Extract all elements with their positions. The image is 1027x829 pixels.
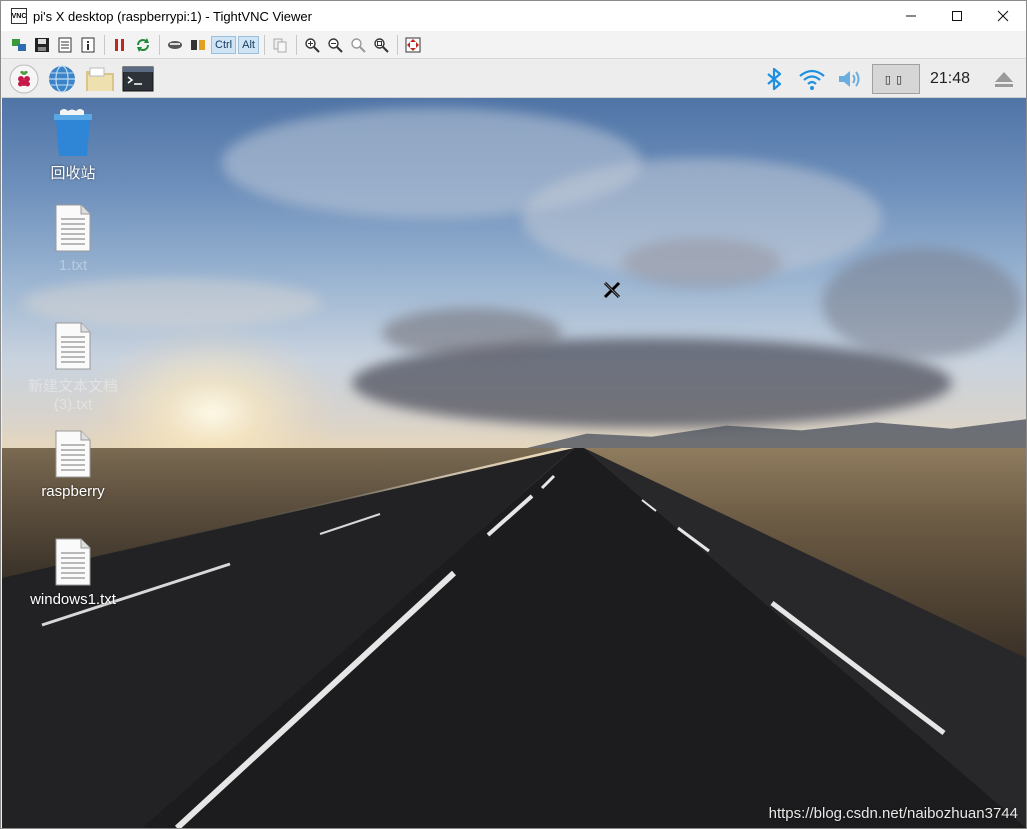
- zoom-in-icon: [305, 37, 320, 53]
- wifi-icon: [799, 69, 825, 90]
- ctrl-key-toggle[interactable]: Ctrl: [211, 35, 237, 54]
- x-cursor-icon: [603, 281, 621, 299]
- minimize-button[interactable]: [888, 1, 934, 31]
- vnc-toolbar: Ctrl Alt: [1, 31, 1026, 59]
- zoom-out-button[interactable]: [325, 35, 345, 55]
- vnc-viewer-window: VNC pi's X desktop (raspberrypi:1) - Tig…: [0, 0, 1027, 829]
- toolbar-separator: [396, 34, 398, 55]
- ctrl-alt-del-icon: [168, 40, 182, 49]
- desktop-icon-label: raspberry: [41, 483, 105, 500]
- close-icon: [997, 10, 1009, 22]
- minimize-icon: [906, 15, 916, 17]
- copy-icon: [273, 38, 287, 52]
- eject-button[interactable]: [988, 63, 1020, 95]
- ctrl-esc-button[interactable]: [188, 35, 208, 55]
- text-file-icon: [55, 322, 91, 370]
- save-icon: [35, 37, 49, 52]
- watermark: https://blog.csdn.net/naibozhuan3744: [768, 805, 1018, 822]
- road: [2, 448, 1026, 828]
- zoom-out-icon: [328, 37, 343, 53]
- toolbar-separator: [104, 34, 105, 55]
- pause-icon: [115, 38, 124, 51]
- text-file-icon: [55, 430, 91, 478]
- raspberry-menu-button[interactable]: [8, 63, 40, 95]
- desktop-icon-file[interactable]: 新建文本文档 (3).txt: [18, 321, 128, 413]
- ctrl-esc-icon: [191, 39, 205, 50]
- info-icon: [81, 37, 95, 52]
- terminal-icon: [122, 66, 154, 91]
- remote-screen[interactable]: ▯▯ 21:48 回收站 1.txt 新建文本文档 (3).txt raspbe…: [2, 60, 1026, 828]
- desktop[interactable]: 回收站 1.txt 新建文本文档 (3).txt raspberry windo…: [2, 98, 1026, 828]
- ctrl-alt-del-button[interactable]: [165, 35, 185, 55]
- bluetooth-icon: [767, 67, 782, 91]
- maximize-button[interactable]: [934, 1, 980, 31]
- eject-icon: [995, 72, 1013, 87]
- web-browser-button[interactable]: [46, 63, 78, 95]
- clock[interactable]: 21:48: [930, 70, 970, 88]
- desktop-icon-file[interactable]: raspberry: [18, 429, 128, 500]
- text-file-icon: [55, 204, 91, 252]
- bluetooth-button[interactable]: [758, 63, 790, 95]
- desktop-icon-file[interactable]: windows1.txt: [18, 537, 128, 608]
- new-connection-icon: [12, 38, 26, 51]
- title-bar[interactable]: VNC pi's X desktop (raspberrypi:1) - Tig…: [1, 1, 1026, 31]
- text-file-icon: [55, 538, 91, 586]
- toolbar-separator: [159, 34, 160, 55]
- file-manager-icon: [86, 67, 114, 91]
- close-button[interactable]: [980, 1, 1026, 31]
- options-button[interactable]: [55, 35, 75, 55]
- file-manager-button[interactable]: [84, 63, 116, 95]
- pause-button[interactable]: [110, 35, 130, 55]
- volume-icon: [838, 71, 860, 87]
- fullscreen-button[interactable]: [403, 35, 423, 55]
- zoom-fit-icon: [374, 37, 389, 53]
- zoom-fit-button[interactable]: [371, 35, 391, 55]
- info-button[interactable]: [78, 35, 98, 55]
- copy-button[interactable]: [270, 35, 290, 55]
- toolbar-separator: [263, 34, 265, 55]
- zoom-100-button[interactable]: [348, 35, 368, 55]
- cpu-monitor[interactable]: ▯▯: [871, 64, 920, 94]
- desktop-icon-label: 新建文本文档 (3).txt: [27, 378, 118, 413]
- terminal-button[interactable]: [122, 63, 154, 95]
- desktop-icon-label: 回收站: [50, 165, 96, 182]
- refresh-button[interactable]: [133, 35, 153, 55]
- fullscreen-icon: [405, 37, 421, 52]
- toolbar-separator: [295, 34, 297, 55]
- zoom-in-button[interactable]: [302, 35, 322, 55]
- web-browser-icon: [49, 64, 75, 93]
- desktop-icon-label: windows1.txt: [30, 591, 116, 608]
- options-icon: [58, 37, 72, 52]
- desktop-icon-trash[interactable]: 回收站: [18, 108, 128, 183]
- desktop-icon-label: 1.txt: [58, 257, 88, 274]
- wifi-button[interactable]: [796, 63, 828, 95]
- vnc-app-icon: VNC: [11, 8, 27, 24]
- volume-button[interactable]: [834, 63, 866, 95]
- raspberry-menu-icon: [9, 64, 39, 93]
- zoom-100-icon: [351, 37, 366, 53]
- trash-icon: [54, 109, 92, 156]
- desktop-icon-file[interactable]: 1.txt: [18, 203, 128, 274]
- maximize-icon: [952, 11, 962, 21]
- new-connection-button[interactable]: [9, 35, 29, 55]
- rpi-taskbar: ▯▯ 21:48: [2, 60, 1026, 98]
- save-button[interactable]: [32, 35, 52, 55]
- refresh-icon: [137, 37, 149, 52]
- window-title: pi's X desktop (raspberrypi:1) - TightVN…: [33, 8, 312, 24]
- alt-key-toggle[interactable]: Alt: [238, 35, 259, 54]
